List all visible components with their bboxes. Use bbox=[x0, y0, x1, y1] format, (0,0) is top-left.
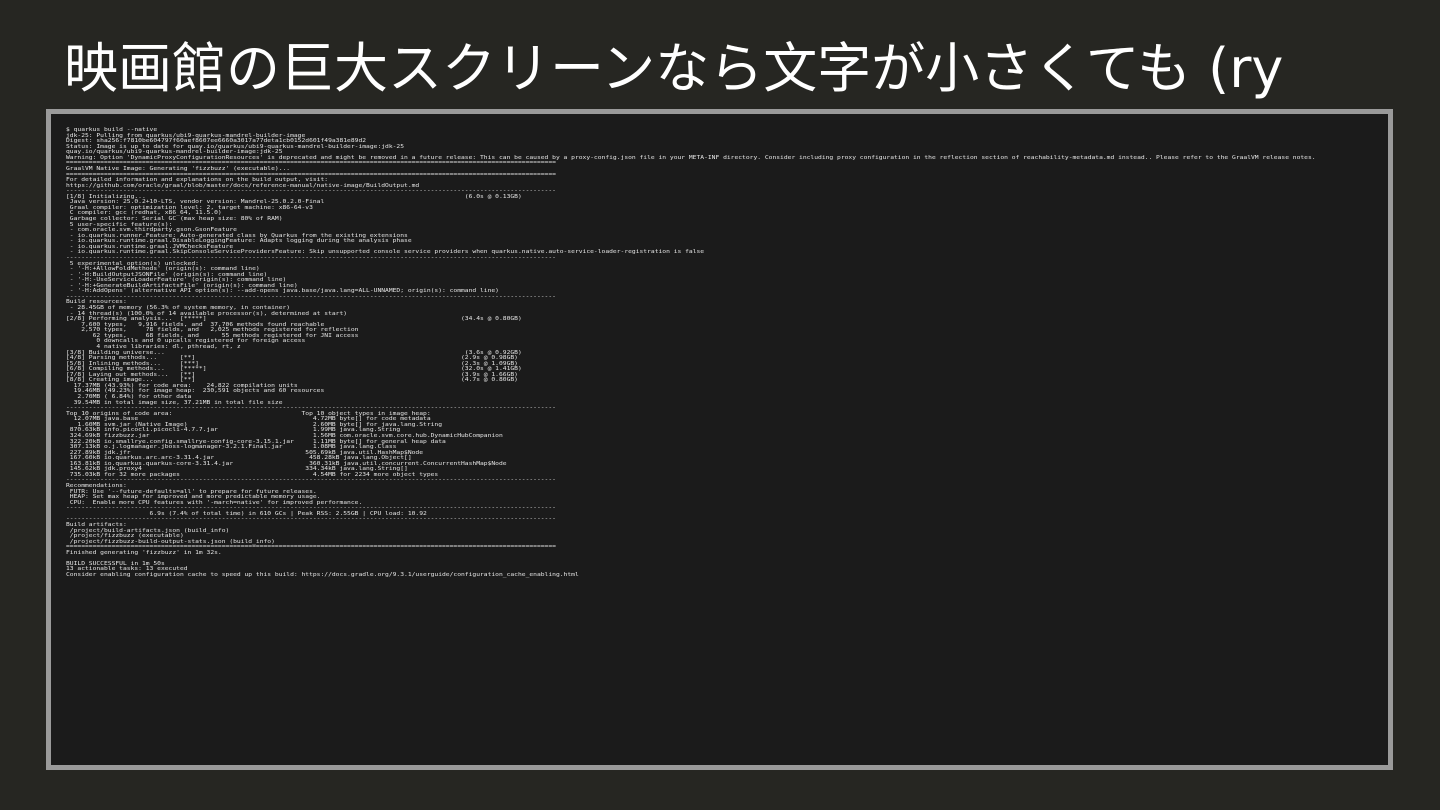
terminal-line: Consider enabling configuration cache to… bbox=[66, 572, 579, 578]
slide-title: 映画館の巨大スクリーンなら文字が小さくても (ry bbox=[64, 37, 1284, 100]
terminal-line: ----------------------------------------… bbox=[66, 293, 556, 300]
terminal-screenshot: $ quarkus build --native jdk-25: Pulling… bbox=[46, 109, 1393, 770]
terminal-line: Finished generating 'fizzbuzz' in 1m 32s… bbox=[66, 549, 222, 556]
terminal-line: ----------------------------------------… bbox=[66, 516, 556, 523]
terminal-output: $ quarkus build --native jdk-25: Pulling… bbox=[66, 127, 1316, 579]
terminal-line: ----------------------------------------… bbox=[66, 477, 556, 484]
